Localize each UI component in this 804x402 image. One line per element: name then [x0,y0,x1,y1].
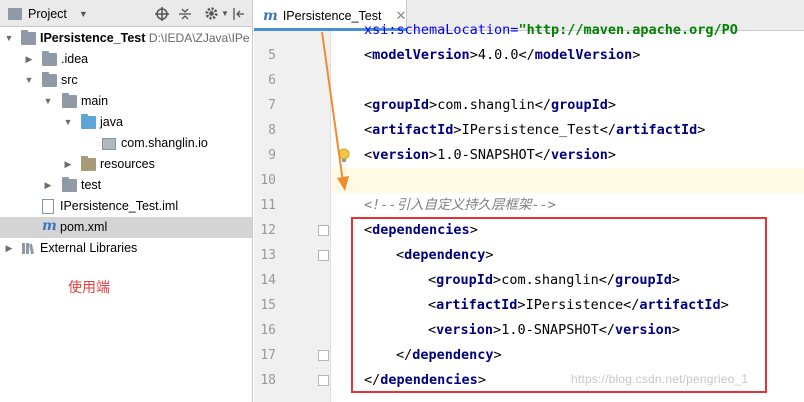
dependency-highlight-box [351,217,767,393]
watermark: https://blog.csdn.net/pengrieo_1 [571,372,749,386]
